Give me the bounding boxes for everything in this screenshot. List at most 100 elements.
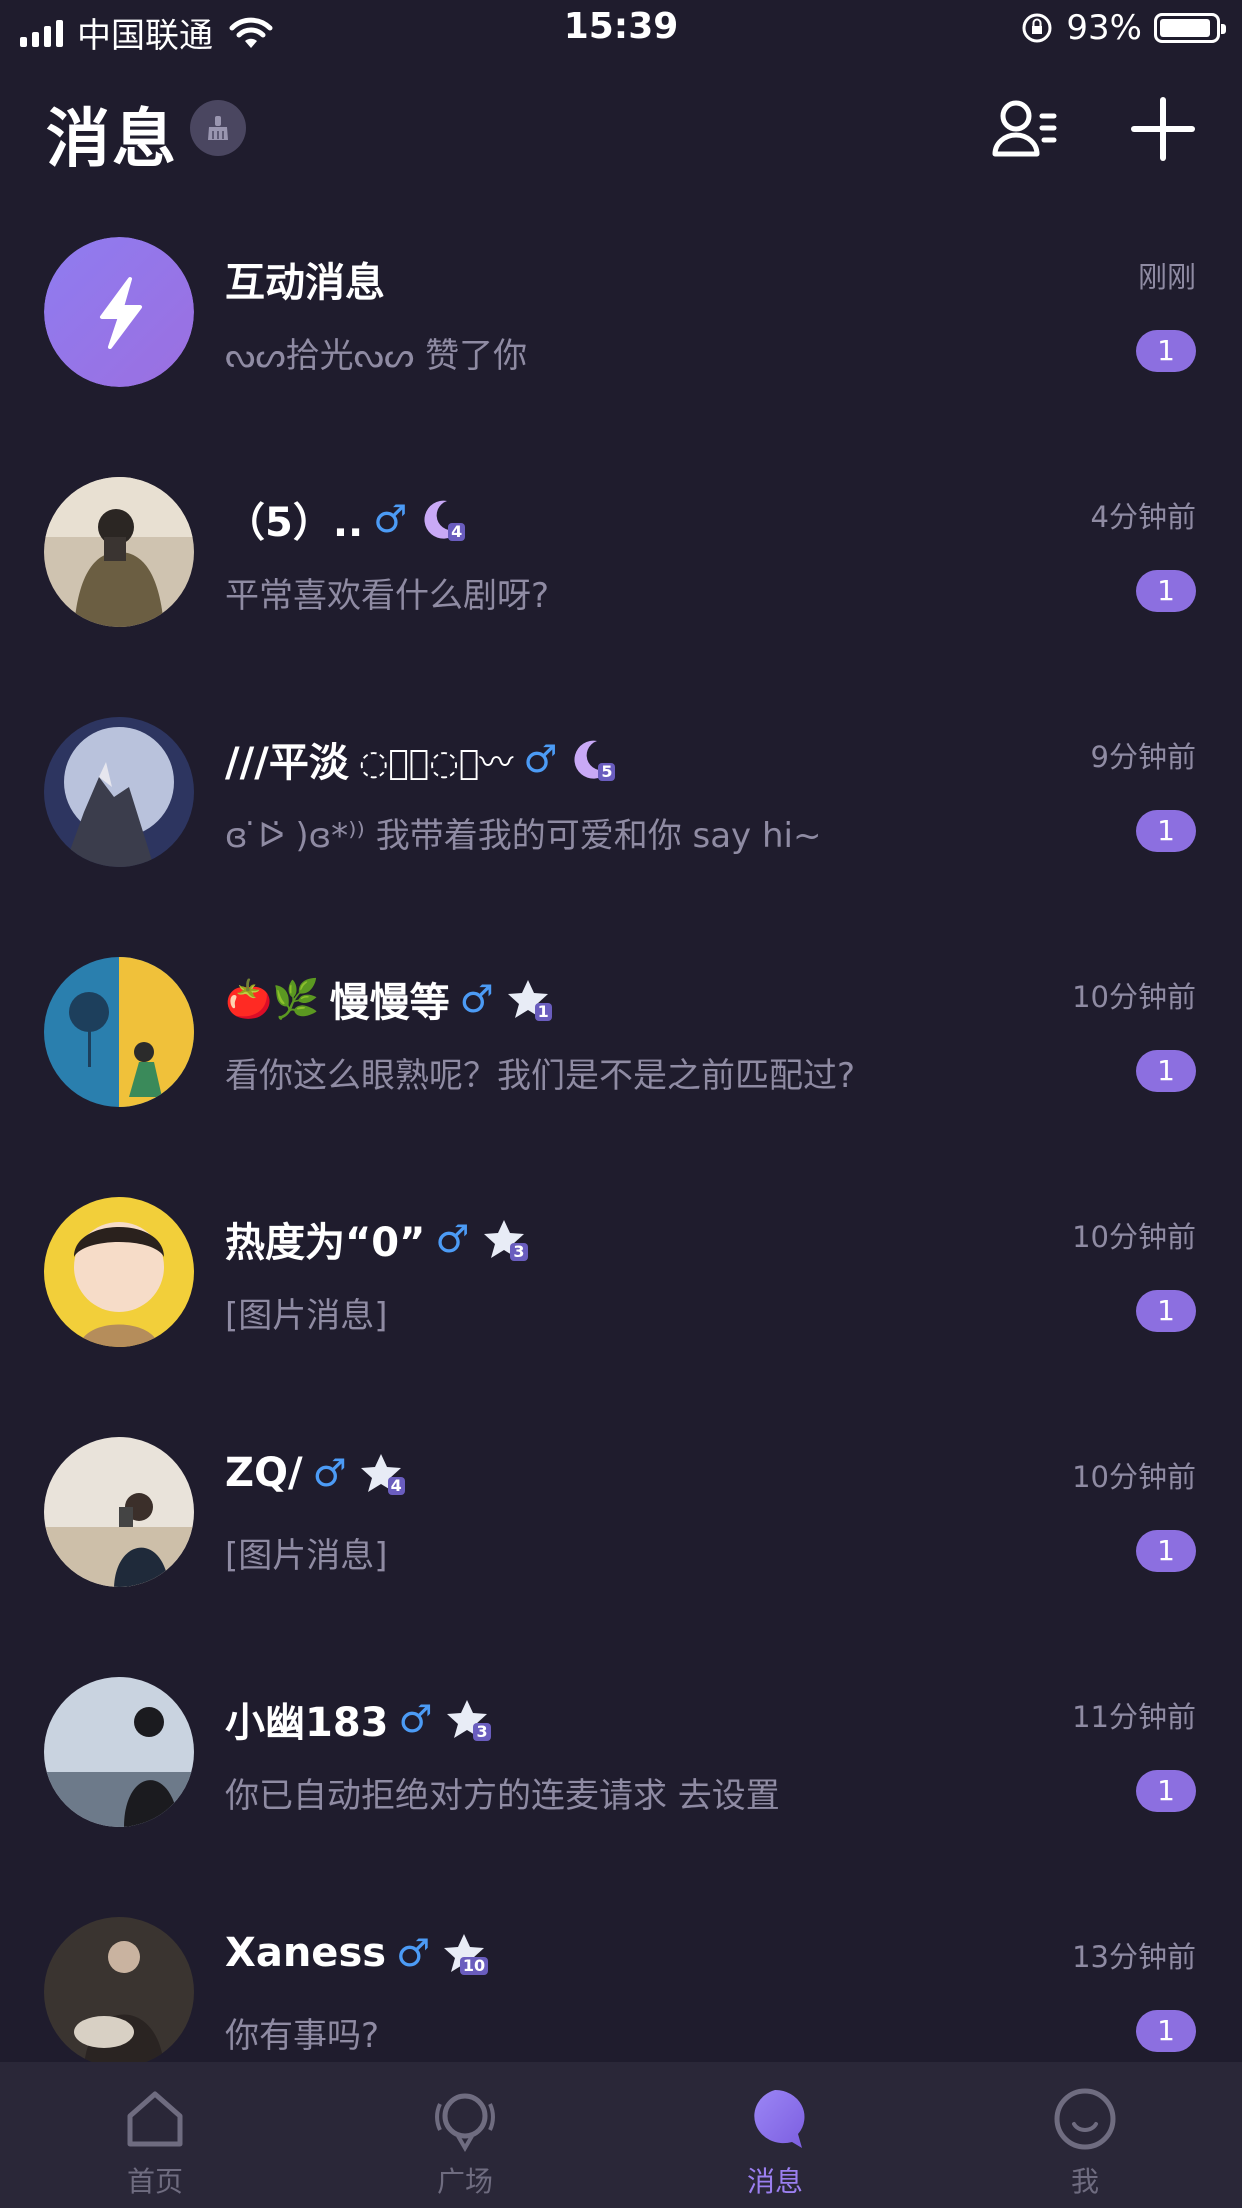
- bottom-tab-bar: 首页 广场 消息 我: [0, 2062, 1242, 2208]
- home-icon: [127, 2091, 183, 2147]
- conversation-preview: [图片消息]: [225, 1296, 388, 1336]
- male-icon: ♂: [396, 1931, 431, 1975]
- tab-messages[interactable]: 消息: [620, 2062, 930, 2208]
- conversation-item[interactable]: 🍅🌿 慢慢等 ♂ 1 看你这么眼熟呢？我们是不是之前匹配过? 10分钟前 1: [0, 942, 1242, 1182]
- conversation-list: 互动消息 ᔓᔕ拾光ᔓᔕ 赞了你 刚刚 1 （5）.. ♂ 4 平常喜欢看什么剧呀…: [0, 222, 1242, 2142]
- unread-badge: 1: [1136, 1770, 1196, 1812]
- conversation-time: 10分钟前: [1072, 980, 1196, 1014]
- star-level-icon: 3: [443, 1697, 491, 1741]
- rotation-lock-icon: [1022, 13, 1052, 43]
- level-number: 4: [387, 1477, 405, 1495]
- name-decoration: ◌ᩚ⃟◌ᩚ〰: [358, 742, 514, 783]
- level-number: 5: [598, 763, 616, 781]
- message-icon: [754, 2089, 805, 2148]
- avatar[interactable]: [44, 717, 194, 867]
- conversation-preview: 你有事吗?: [225, 2016, 380, 2056]
- star-level-icon: 3: [480, 1217, 528, 1261]
- male-icon: ♂: [398, 1697, 433, 1741]
- tab-label: 消息: [746, 2165, 803, 2198]
- tab-me[interactable]: 我: [930, 2062, 1240, 2208]
- conversation-name-row: （5）.. ♂ 4: [225, 490, 466, 548]
- moon-level-icon: 4: [417, 497, 466, 541]
- avatar[interactable]: [44, 1677, 194, 1827]
- avatar[interactable]: [44, 477, 194, 627]
- conversation-preview: 平常喜欢看什么剧呀?: [225, 576, 550, 616]
- name-emoji: 🍅🌿: [225, 976, 320, 1021]
- conversation-name: 热度为“0”: [225, 1220, 426, 1266]
- male-icon: ♂: [373, 497, 408, 541]
- conversation-time: 10分钟前: [1072, 1220, 1196, 1254]
- header: 消息: [0, 80, 1242, 210]
- conversation-name-row: ZQ/ ♂ 4: [225, 1450, 405, 1496]
- star-level-icon: 1: [504, 977, 552, 1021]
- male-icon: ♂: [312, 1451, 347, 1495]
- unread-badge: 1: [1136, 1050, 1196, 1092]
- battery-percent: 93%: [1066, 8, 1142, 48]
- conversation-time: 10分钟前: [1072, 1460, 1196, 1494]
- clear-unread-button[interactable]: [190, 100, 246, 156]
- moon-level-icon: 5: [567, 737, 616, 781]
- tab-label: 我: [1070, 2165, 1099, 2198]
- level-number: 3: [473, 1723, 491, 1741]
- unread-badge: 1: [1136, 2010, 1196, 2052]
- conversation-item-interactions[interactable]: 互动消息 ᔓᔕ拾光ᔓᔕ 赞了你 刚刚 1: [0, 222, 1242, 462]
- conversation-item[interactable]: ZQ/ ♂ 4 [图片消息] 10分钟前 1: [0, 1422, 1242, 1662]
- unread-badge: 1: [1136, 570, 1196, 612]
- avatar[interactable]: [44, 957, 194, 1107]
- conversation-name-row: Xaness ♂ 10: [225, 1930, 489, 1976]
- plus-icon[interactable]: [1128, 94, 1198, 164]
- status-bar: 中国联通 15:39 93%: [0, 0, 1242, 62]
- conversation-name: 小幽183: [225, 1700, 389, 1746]
- conversation-time: 13分钟前: [1072, 1940, 1196, 1974]
- avatar[interactable]: [44, 1437, 194, 1587]
- conversation-preview: ᔓᔕ拾光ᔓᔕ 赞了你: [225, 336, 528, 376]
- lightning-icon: [44, 237, 194, 387]
- conversation-name-row: 小幽183 ♂ 3: [225, 1690, 491, 1748]
- conversation-preview: 看你这么眼熟呢？我们是不是之前匹配过?: [225, 1056, 856, 1096]
- conversation-preview: 你已自动拒绝对方的连麦请求 去设置: [225, 1776, 780, 1816]
- conversation-time: 11分钟前: [1072, 1700, 1196, 1734]
- tab-label: 首页: [126, 2165, 183, 2198]
- conversation-preview: ɞ ̇ᐅ̇ )ɞ*⁾⁾ 我带着我的可爱和你 say hi~: [225, 816, 822, 856]
- male-icon: ♂: [523, 737, 558, 781]
- page-title: 消息: [46, 103, 178, 177]
- level-number: 4: [448, 523, 466, 541]
- contacts-list-icon[interactable]: [990, 94, 1060, 164]
- male-icon: ♂: [459, 977, 494, 1021]
- conversation-name: （5）..: [225, 500, 364, 546]
- unread-badge: 1: [1136, 810, 1196, 852]
- star-level-icon: 4: [357, 1451, 405, 1495]
- conversation-name: 互动消息: [225, 260, 385, 306]
- conversation-name: ///平淡: [225, 740, 349, 786]
- avatar[interactable]: [44, 1917, 194, 2067]
- conversation-preview: [图片消息]: [225, 1536, 388, 1576]
- unread-badge: 1: [1136, 1530, 1196, 1572]
- battery-icon: [1154, 13, 1226, 43]
- level-number: 3: [510, 1243, 528, 1261]
- conversation-time: 4分钟前: [1090, 500, 1196, 534]
- conversation-item[interactable]: 小幽183 ♂ 3 你已自动拒绝对方的连麦请求 去设置 11分钟前 1: [0, 1662, 1242, 1902]
- conversation-name-row: 互动消息: [225, 250, 385, 308]
- conversation-name-row: ///平淡 ◌ᩚ⃟◌ᩚ〰 ♂ 5: [225, 730, 616, 788]
- conversation-item[interactable]: 热度为“0” ♂ 3 [图片消息] 10分钟前 1: [0, 1182, 1242, 1422]
- battery-fill: [1160, 19, 1210, 37]
- plaza-icon: [435, 2093, 495, 2152]
- conversation-name-row: 热度为“0” ♂ 3: [225, 1210, 528, 1268]
- conversation-name: ZQ/: [225, 1450, 303, 1496]
- profile-icon: [1054, 2088, 1116, 2150]
- conversation-time: 9分钟前: [1090, 740, 1196, 774]
- avatar[interactable]: [44, 1197, 194, 1347]
- conversation-time: 刚刚: [1137, 260, 1196, 294]
- tab-home[interactable]: 首页: [0, 2062, 310, 2208]
- unread-badge: 1: [1136, 1290, 1196, 1332]
- conversation-name: Xaness: [225, 1930, 387, 1976]
- conversation-item[interactable]: （5）.. ♂ 4 平常喜欢看什么剧呀? 4分钟前 1: [0, 462, 1242, 702]
- tab-plaza[interactable]: 广场: [310, 2062, 620, 2208]
- broom-icon: [208, 116, 228, 140]
- level-number: 10: [459, 1957, 489, 1975]
- interaction-avatar: [44, 237, 194, 387]
- male-icon: ♂: [435, 1217, 470, 1261]
- conversation-name-row: 🍅🌿 慢慢等 ♂ 1: [225, 970, 552, 1028]
- level-number: 1: [534, 1003, 552, 1021]
- conversation-item[interactable]: ///平淡 ◌ᩚ⃟◌ᩚ〰 ♂ 5 ɞ ̇ᐅ̇ )ɞ*⁾⁾ 我带着我的可爱和你 s…: [0, 702, 1242, 942]
